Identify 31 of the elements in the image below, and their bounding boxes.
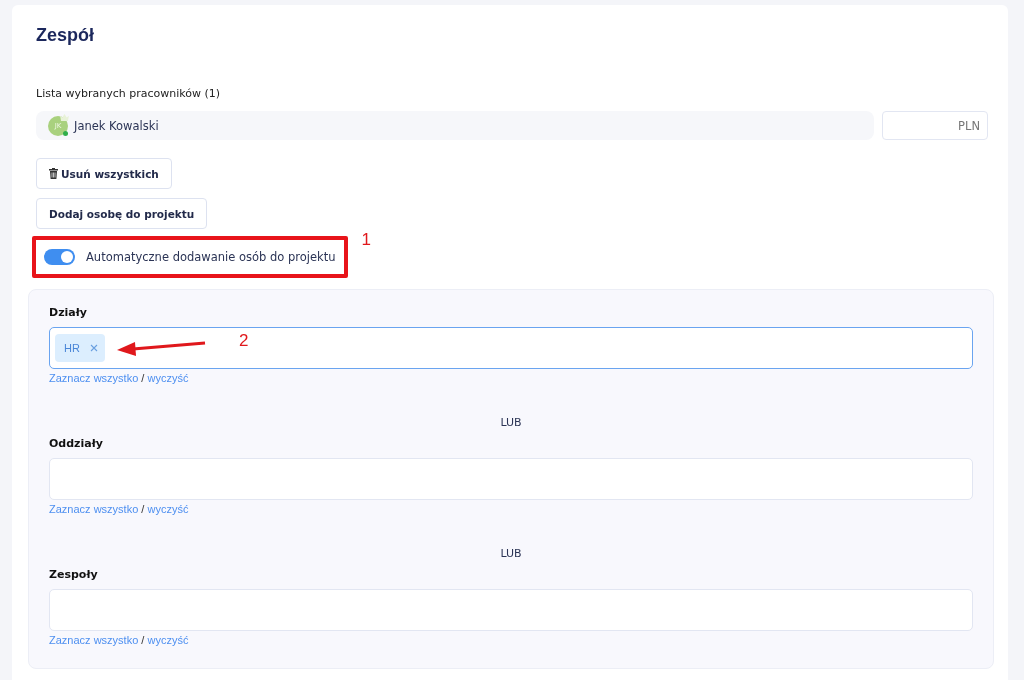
separator-slash: / <box>141 503 145 515</box>
crown-icon <box>60 114 69 121</box>
list-label: Lista wybranych pracowników (1) <box>36 87 222 100</box>
section-title: Zespół <box>36 24 95 47</box>
clear-link[interactable]: wyczyść <box>147 634 189 646</box>
amount-field[interactable]: PLN <box>882 111 988 140</box>
or-label: LUB <box>499 416 523 429</box>
or-label: LUB <box>499 547 523 560</box>
tag-chip[interactable]: HR <box>55 334 105 362</box>
trash-icon <box>49 168 58 179</box>
separator-slash: / <box>141 634 145 646</box>
select-all-link[interactable]: Zaznacz wszystko <box>49 503 139 515</box>
toggle-label: Automatyczne dodawanie osób do projektu <box>86 250 336 264</box>
select-all-link[interactable]: Zaznacz wszystko <box>49 372 139 384</box>
separator-slash: / <box>141 372 145 384</box>
multiselect-field[interactable] <box>49 458 973 500</box>
toggle-switch[interactable] <box>44 249 75 265</box>
multiselect-field[interactable] <box>49 589 973 631</box>
employee-name: Janek Kowalski <box>74 118 159 133</box>
filter-label: Działy <box>49 306 88 319</box>
add-person-button[interactable]: Dodaj osobę do projektu <box>36 198 208 229</box>
clear-link[interactable]: wyczyść <box>147 372 189 384</box>
select-all-link[interactable]: Zaznacz wszystko <box>49 634 139 646</box>
remove-icon[interactable] <box>89 344 98 352</box>
remove-all-button[interactable]: Usuń wszystkich <box>36 158 172 189</box>
filter-label: Zespoły <box>49 568 99 581</box>
callout-number: 1 <box>361 230 371 250</box>
callout-number: 2 <box>238 331 249 351</box>
multiselect-field[interactable]: HR 2 <box>49 327 973 369</box>
clear-link[interactable]: wyczyść <box>147 503 189 515</box>
filter-label: Oddziały <box>49 437 104 450</box>
